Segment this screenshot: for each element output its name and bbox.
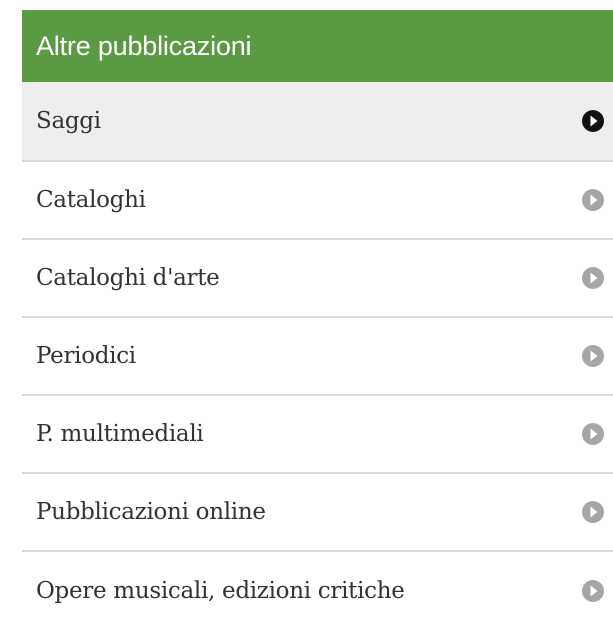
menu-item-multimediali[interactable]: P. multimediali [22,396,613,474]
menu-item-online[interactable]: Pubblicazioni online [22,474,613,552]
arrow-circle-right-icon [582,110,604,132]
menu-item-label: Saggi [36,108,101,134]
arrow-circle-right-icon [582,580,604,602]
publications-menu: Altre pubblicazioni Saggi Cataloghi Cata… [22,0,613,630]
menu-item-cataloghi-arte[interactable]: Cataloghi d'arte [22,240,613,318]
menu-item-label: Cataloghi d'arte [36,265,220,291]
menu-item-label: Opere musicali, edizioni critiche [36,578,405,604]
menu-title: Altre pubblicazioni [36,30,252,61]
menu-item-cataloghi[interactable]: Cataloghi [22,162,613,240]
menu-item-saggi[interactable]: Saggi [22,82,613,162]
arrow-circle-right-icon [582,345,604,367]
arrow-circle-right-icon [582,189,604,211]
menu-item-periodici[interactable]: Periodici [22,318,613,396]
menu-header: Altre pubblicazioni [22,0,613,82]
arrow-circle-right-icon [582,423,604,445]
menu-item-label: Periodici [36,343,136,369]
menu-item-label: Pubblicazioni online [36,499,266,525]
menu-item-label: P. multimediali [36,421,204,447]
arrow-circle-right-icon [582,501,604,523]
menu-item-label: Cataloghi [36,187,146,213]
arrow-circle-right-icon [582,267,604,289]
menu-item-opere-musicali[interactable]: Opere musicali, edizioni critiche [22,552,613,630]
